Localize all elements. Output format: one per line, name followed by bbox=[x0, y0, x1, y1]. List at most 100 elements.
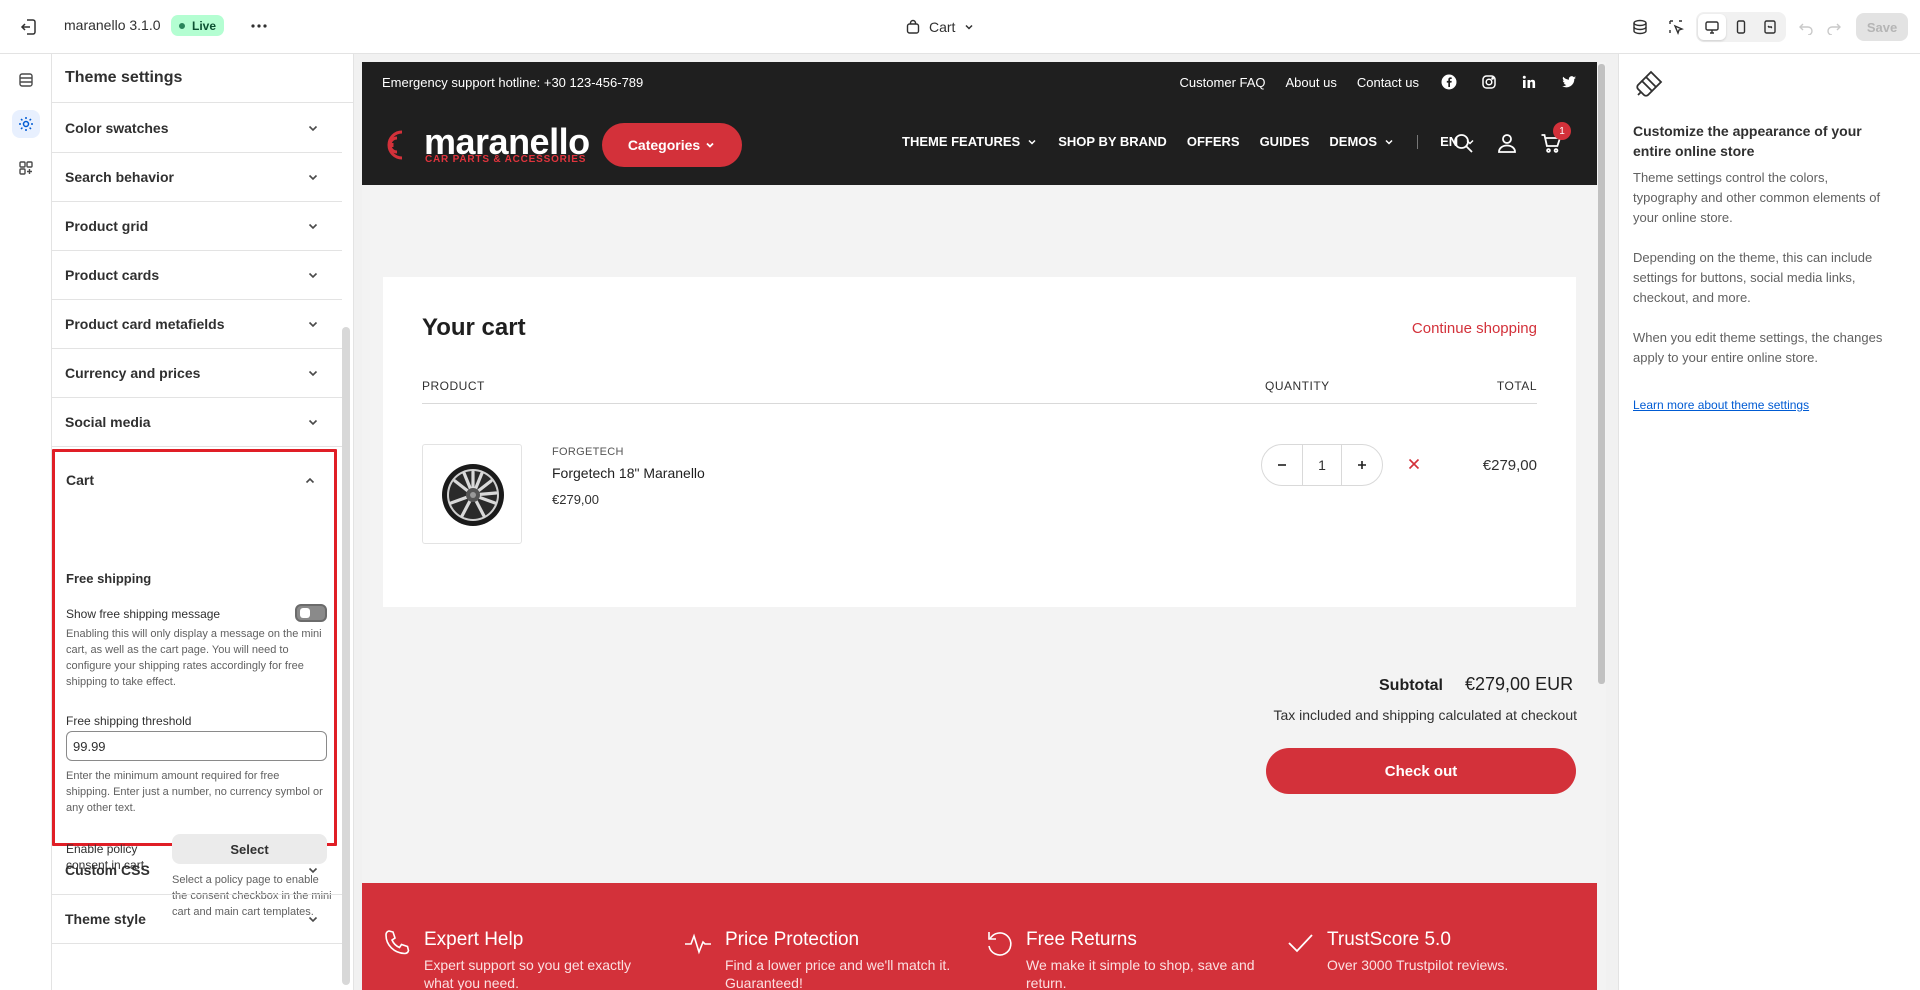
col-header-product: PRODUCT bbox=[422, 379, 485, 393]
save-button[interactable]: Save bbox=[1856, 13, 1908, 41]
store-logo[interactable]: maranello CAR PARTS & ACCESSORIES bbox=[380, 121, 590, 167]
section-color-swatches[interactable]: Color swatches bbox=[52, 104, 342, 153]
scrollbar-thumb[interactable] bbox=[1598, 64, 1605, 684]
panel-scrollbar[interactable] bbox=[342, 327, 350, 985]
nav-theme-features[interactable]: THEME FEATURES bbox=[902, 134, 1038, 149]
store-preview: Emergency support hotline: +30 123-456-7… bbox=[362, 62, 1597, 990]
main-nav: THEME FEATURES SHOP BY BRAND OFFERS GUID… bbox=[902, 134, 1476, 149]
faq-link[interactable]: Customer FAQ bbox=[1180, 75, 1266, 90]
nav-label: SHOP BY BRAND bbox=[1058, 134, 1167, 149]
section-custom-css[interactable]: Custom CSS bbox=[52, 846, 342, 895]
feature-desc: Find a lower price and we'll match it. G… bbox=[725, 957, 951, 990]
section-theme-style[interactable]: Theme style bbox=[52, 895, 342, 944]
search-icon[interactable] bbox=[1452, 132, 1474, 154]
bag-icon bbox=[906, 19, 920, 34]
nav-separator bbox=[1417, 134, 1419, 149]
subtotal-value: €279,00 EUR bbox=[1465, 674, 1574, 694]
twitter-icon[interactable] bbox=[1559, 72, 1579, 92]
announcement-bar: Emergency support hotline: +30 123-456-7… bbox=[362, 62, 1597, 103]
section-product-cards[interactable]: Product cards bbox=[52, 251, 342, 300]
cart-count-badge: 1 bbox=[1553, 122, 1571, 140]
feature-desc: Expert support so you get exactly what y… bbox=[424, 957, 631, 990]
topbar-actions: Save bbox=[1626, 12, 1920, 42]
section-currency-and-prices[interactable]: Currency and prices bbox=[52, 349, 342, 398]
section-product-grid[interactable]: Product grid bbox=[52, 202, 342, 251]
apps-icon[interactable] bbox=[12, 154, 40, 182]
increase-quantity-button[interactable] bbox=[1342, 444, 1382, 486]
live-label: Live bbox=[192, 18, 217, 33]
mobile-view-icon[interactable] bbox=[1727, 14, 1755, 40]
feature-desc: We make it simple to shop, save and retu… bbox=[1026, 957, 1255, 990]
nav-label: GUIDES bbox=[1259, 134, 1310, 149]
section-label: Currency and prices bbox=[65, 365, 201, 381]
remove-item-icon[interactable] bbox=[1405, 455, 1423, 473]
info-panel: Customize the appearance of your entire … bbox=[1618, 54, 1920, 990]
theme-settings-panel: Theme settings Color swatches Search beh… bbox=[52, 54, 354, 990]
chevron-down-icon bbox=[1385, 139, 1393, 145]
preview-scrollbar[interactable] bbox=[1597, 62, 1606, 990]
about-link[interactable]: About us bbox=[1286, 75, 1337, 90]
section-product-card-metafields[interactable]: Product card metafields bbox=[52, 300, 342, 349]
hotline-text: Emergency support hotline: +30 123-456-7… bbox=[382, 75, 644, 90]
store-header: maranello CAR PARTS & ACCESSORIES Catego… bbox=[362, 103, 1597, 185]
page-selector[interactable]: Cart bbox=[905, 15, 975, 39]
learn-more-link[interactable]: Learn more about theme settings bbox=[1633, 398, 1809, 412]
undo-icon[interactable] bbox=[1792, 13, 1820, 41]
nav-shop-by-brand[interactable]: SHOP BY BRAND bbox=[1058, 134, 1167, 149]
product-unit-price: €279,00 bbox=[552, 492, 599, 507]
fullwidth-view-icon[interactable] bbox=[1756, 14, 1784, 40]
product-name-link[interactable]: Forgetech 18" Maranello bbox=[552, 465, 705, 481]
header-icons: 1 bbox=[1452, 122, 1571, 154]
decrease-quantity-button[interactable] bbox=[1262, 444, 1302, 486]
section-search-behavior[interactable]: Search behavior bbox=[52, 153, 342, 202]
database-icon[interactable] bbox=[1626, 13, 1654, 41]
redo-icon[interactable] bbox=[1820, 13, 1848, 41]
section-label: Product cards bbox=[65, 267, 160, 283]
inspector-icon[interactable] bbox=[1662, 13, 1690, 41]
cart-icon[interactable]: 1 bbox=[1540, 122, 1571, 154]
desktop-view-icon[interactable] bbox=[1698, 14, 1726, 40]
exit-icon[interactable] bbox=[18, 16, 40, 38]
nav-guides[interactable]: GUIDES bbox=[1260, 134, 1310, 149]
categories-button[interactable]: Categories bbox=[602, 123, 742, 167]
check-icon bbox=[1288, 934, 1313, 953]
cart-title: Your cart bbox=[422, 314, 526, 341]
theme-settings-icon[interactable] bbox=[12, 110, 40, 138]
feature-title: Price Protection bbox=[725, 929, 860, 950]
plus-icon bbox=[1358, 461, 1366, 469]
pulse-icon bbox=[685, 933, 711, 955]
quantity-input[interactable]: 1 bbox=[1302, 444, 1342, 486]
chevron-down-icon bbox=[308, 125, 318, 132]
tax-note: Tax included and shipping calculated at … bbox=[1273, 707, 1577, 723]
product-image[interactable] bbox=[422, 444, 522, 544]
instagram-icon[interactable] bbox=[1479, 72, 1499, 92]
feature-desc: Over 3000 Trustpilot reviews. bbox=[1327, 957, 1509, 973]
more-actions-icon[interactable] bbox=[248, 15, 270, 37]
facebook-icon[interactable] bbox=[1439, 72, 1459, 92]
section-cart-label[interactable]: Cart bbox=[66, 472, 94, 488]
nav-offers[interactable]: OFFERS bbox=[1187, 134, 1240, 149]
section-social-media[interactable]: Social media bbox=[52, 398, 342, 447]
section-label: Theme style bbox=[65, 911, 146, 927]
col-header-total: TOTAL bbox=[1496, 379, 1537, 393]
checkout-button[interactable]: Check out bbox=[1266, 748, 1576, 794]
sections-icon[interactable] bbox=[12, 66, 40, 94]
account-icon[interactable] bbox=[1496, 132, 1518, 154]
threshold-input[interactable] bbox=[66, 731, 327, 761]
chevron-up-icon[interactable] bbox=[303, 474, 317, 488]
info-title: Customize the appearance of your entire … bbox=[1633, 123, 1862, 159]
nav-demos[interactable]: DEMOS bbox=[1329, 134, 1395, 149]
section-label: Product grid bbox=[65, 218, 149, 234]
return-icon bbox=[988, 932, 1012, 956]
paint-brush-icon bbox=[1636, 70, 1663, 97]
chevron-down-icon bbox=[308, 419, 318, 426]
line-total: €279,00 bbox=[1482, 457, 1537, 474]
linkedin-icon[interactable] bbox=[1519, 72, 1539, 92]
section-label: Custom CSS bbox=[65, 862, 150, 878]
viewport-switcher bbox=[1696, 12, 1786, 42]
free-shipping-toggle[interactable] bbox=[295, 604, 327, 622]
threshold-help: Enter the minimum amount required for fr… bbox=[66, 770, 323, 814]
continue-shopping-link[interactable]: Continue shopping bbox=[1412, 320, 1537, 337]
contact-link[interactable]: Contact us bbox=[1357, 75, 1419, 90]
divider bbox=[422, 403, 1537, 404]
